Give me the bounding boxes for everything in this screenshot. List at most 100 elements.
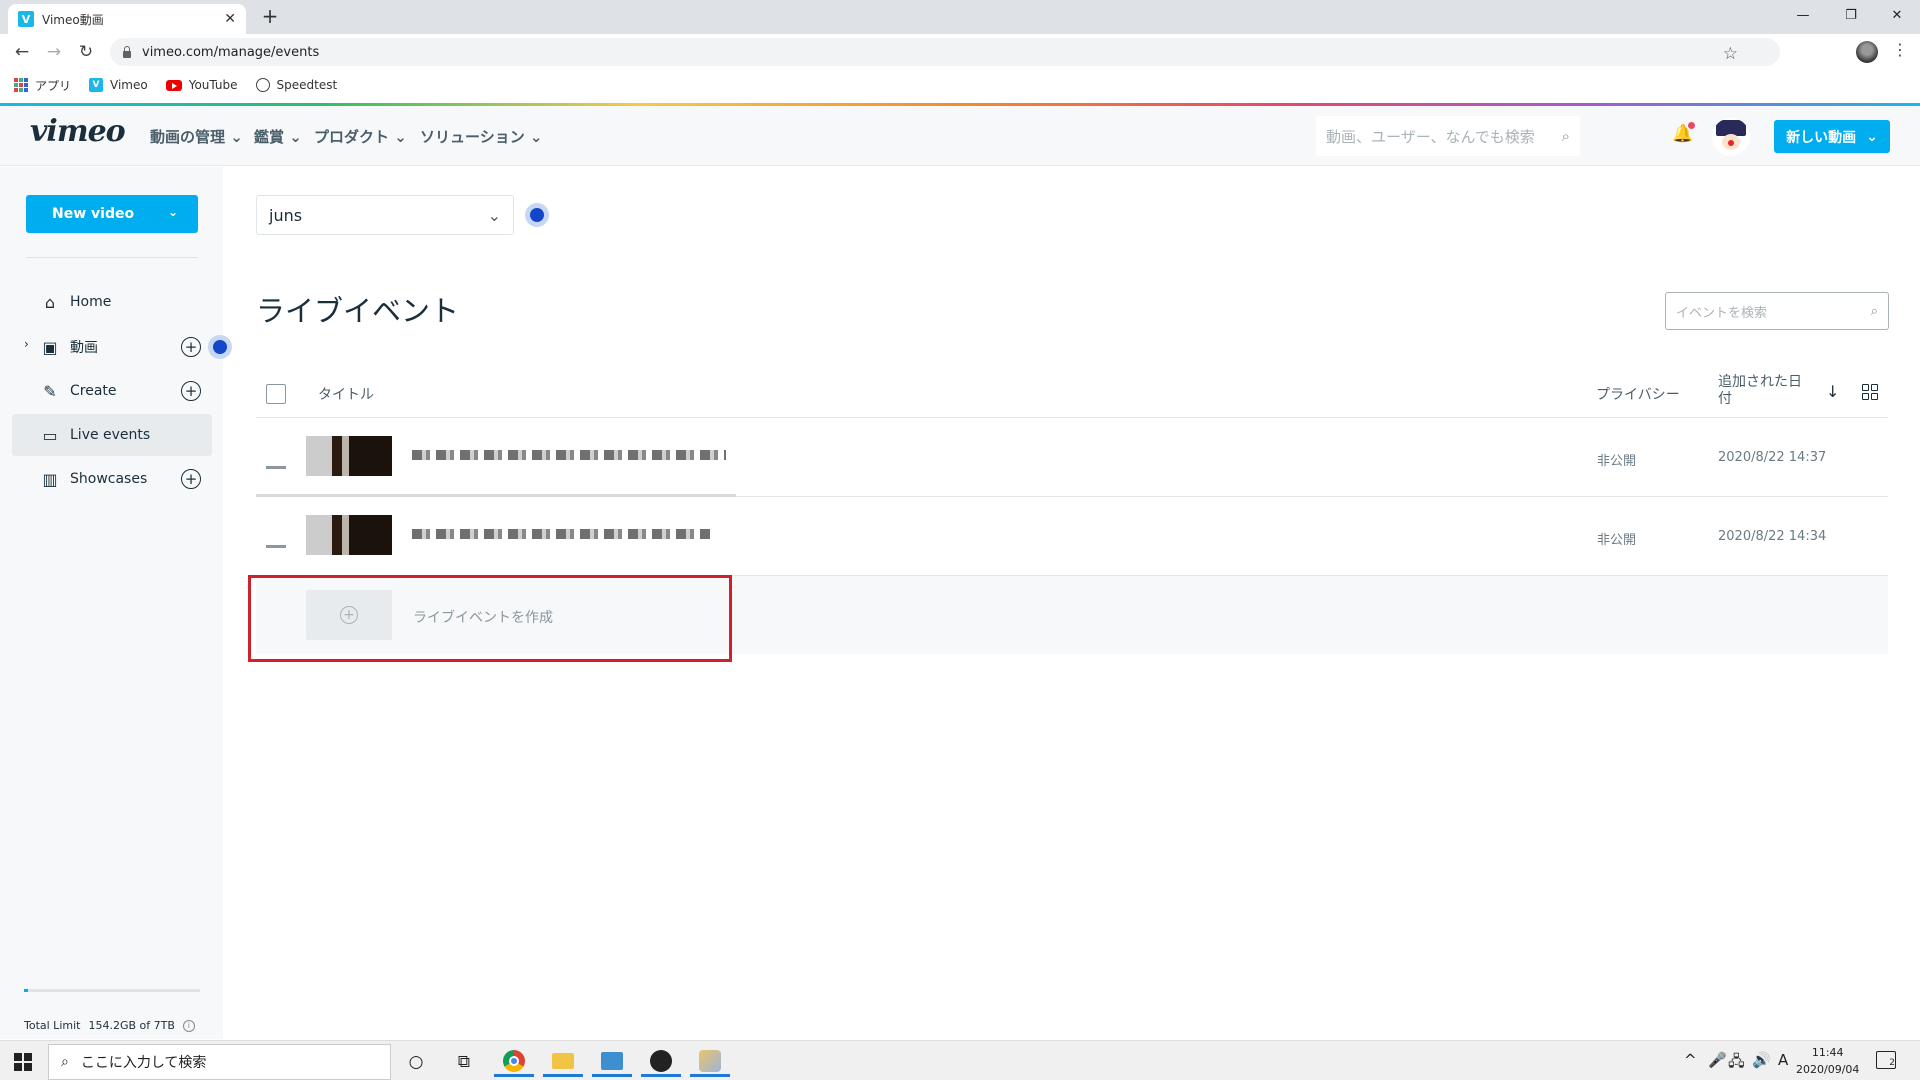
chevron-down-icon[interactable]: ⌄: [168, 205, 178, 219]
event-thumbnail[interactable]: [306, 436, 392, 476]
new-video-button[interactable]: New video ⌄: [26, 195, 198, 233]
file-explorer-icon[interactable]: [543, 1047, 583, 1077]
paint-icon[interactable]: [690, 1047, 730, 1077]
bookmark-label: Vimeo: [110, 78, 148, 92]
event-title-redacted[interactable]: [412, 529, 710, 539]
event-title-redacted[interactable]: [412, 450, 726, 460]
address-bar[interactable]: vimeo.com/manage/events ☆: [110, 38, 1780, 66]
bookmark-label: YouTube: [188, 78, 238, 92]
grid-view-icon[interactable]: [1862, 384, 1878, 400]
cortana-icon[interactable]: ○: [396, 1047, 436, 1077]
nav-watch[interactable]: 鑑賞 ⌄: [254, 126, 302, 147]
hotspot-dot: [208, 335, 232, 359]
restore-icon[interactable]: ❐: [1828, 0, 1874, 30]
search-icon: ⌕: [1561, 127, 1570, 145]
add-create-icon[interactable]: +: [181, 381, 201, 401]
network-icon[interactable]: 🖧: [1728, 1051, 1745, 1076]
browser-profile-avatar[interactable]: [1856, 41, 1878, 63]
hotspot-dot: [525, 203, 549, 227]
remote-desktop-icon[interactable]: [592, 1047, 632, 1077]
forward-icon[interactable]: →: [42, 40, 66, 64]
create-icon: ✎: [43, 381, 57, 401]
sidebar-item-home[interactable]: ⌂ Home: [12, 281, 212, 323]
table-row[interactable]: 非公開 2020/8/22 14:34: [256, 497, 1888, 576]
sort-down-arrow-icon[interactable]: ↓: [1826, 382, 1839, 401]
bookmark-speedtest[interactable]: Speedtest: [255, 78, 338, 92]
obs-icon[interactable]: [641, 1047, 681, 1077]
home-icon: ⌂: [44, 292, 56, 312]
vimeo-favicon-icon: V: [18, 11, 34, 27]
lock-icon: [122, 46, 132, 58]
column-privacy[interactable]: プライバシー: [1596, 384, 1680, 404]
bookmark-star-icon[interactable]: ☆: [1723, 44, 1738, 64]
notification-dot: [1688, 122, 1695, 129]
team-select-value: juns: [269, 205, 303, 225]
browser-tab[interactable]: V Vimeo動画 ✕: [8, 4, 246, 34]
sidebar: New video ⌄ ⌂ Home › ▣ 動画 + ✎ Create + ▭…: [0, 167, 232, 1039]
chrome-icon[interactable]: [494, 1047, 534, 1077]
bookmark-vimeo[interactable]: V Vimeo: [89, 78, 148, 92]
tab-close-icon[interactable]: ✕: [224, 11, 236, 27]
minimize-icon[interactable]: —: [1780, 0, 1826, 30]
chevron-down-icon: ⌄: [1866, 128, 1878, 145]
event-thumbnail[interactable]: [306, 515, 392, 555]
global-search-input[interactable]: 動画、ユーザー、なんでも検索 ⌕: [1316, 116, 1580, 156]
tray-chevron-icon[interactable]: ^: [1684, 1051, 1697, 1069]
nav-solutions[interactable]: ソリューション ⌄: [420, 126, 543, 147]
user-avatar[interactable]: [1712, 118, 1750, 156]
system-clock[interactable]: 11:44 2020/09/04: [1796, 1044, 1859, 1078]
sidebar-divider: [26, 257, 198, 258]
back-icon[interactable]: ←: [10, 40, 34, 64]
windows-start-icon[interactable]: [14, 1053, 32, 1071]
event-search-placeholder: イベントを検索: [1676, 305, 1768, 321]
search-icon: ⌕: [1870, 303, 1878, 319]
row-date: 2020/8/22 14:34: [1718, 529, 1827, 544]
team-select[interactable]: juns ⌄: [256, 195, 514, 235]
row-privacy: 非公開: [1597, 454, 1637, 469]
browser-tab-strip: V Vimeo動画 ✕ + — ❐ ✕: [0, 0, 1920, 34]
window-close-icon[interactable]: ✕: [1874, 0, 1920, 30]
table-header: タイトル プライバシー 追加された日付 ↓: [256, 364, 1888, 418]
nav-products[interactable]: プロダクト ⌄: [314, 126, 407, 147]
drag-handle-icon[interactable]: [266, 545, 286, 548]
speedtest-icon: [255, 78, 270, 92]
volume-icon[interactable]: 🔊: [1752, 1051, 1771, 1069]
microphone-icon[interactable]: 🎤: [1708, 1051, 1727, 1069]
storage-info: Total Limit 154.2GB of 7TB i: [24, 1019, 195, 1032]
bookmark-label: アプリ: [35, 78, 72, 93]
bookmark-apps[interactable]: アプリ: [14, 77, 71, 94]
bookmark-youtube[interactable]: YouTube: [165, 78, 238, 92]
drag-handle-icon[interactable]: [266, 466, 286, 469]
bookmark-label: Speedtest: [276, 78, 338, 92]
tab-title: Vimeo動画: [42, 12, 104, 27]
column-date-added[interactable]: 追加された日付: [1718, 374, 1814, 408]
column-title[interactable]: タイトル: [318, 384, 374, 404]
ime-indicator[interactable]: A: [1778, 1051, 1788, 1069]
add-video-icon[interactable]: +: [181, 337, 201, 357]
storage-label: Total Limit: [24, 1019, 81, 1032]
taskbar-search-input[interactable]: ⌕ ここに入力して検索: [48, 1044, 391, 1080]
browser-menu-icon[interactable]: ⋮: [1892, 40, 1908, 59]
add-showcase-icon[interactable]: +: [181, 469, 201, 489]
info-icon[interactable]: i: [182, 1019, 195, 1032]
reload-icon[interactable]: ↻: [74, 40, 98, 64]
vimeo-logo[interactable]: vimeo: [30, 114, 126, 149]
storage-progress-fill: [24, 989, 28, 992]
camera-icon: ▭: [42, 425, 58, 445]
vimeo-icon: V: [89, 78, 104, 92]
event-search-input[interactable]: イベントを検索 ⌕: [1665, 292, 1889, 330]
select-all-checkbox[interactable]: [266, 384, 286, 404]
notification-center-icon[interactable]: 2: [1876, 1051, 1896, 1069]
browser-toolbar: ← → ↻ vimeo.com/manage/events ☆: [0, 34, 1920, 70]
task-view-icon[interactable]: ⧉: [444, 1047, 484, 1077]
nav-manage-videos[interactable]: 動画の管理 ⌄: [150, 126, 243, 147]
vimeo-topnav: vimeo 動画の管理 ⌄ 鑑賞 ⌄ プロダクト ⌄ ソリューション ⌄ 動画、…: [0, 106, 1920, 166]
page-title: ライブイベント: [256, 294, 460, 328]
youtube-icon: [165, 79, 182, 91]
new-video-header-button[interactable]: 新しい動画 ⌄: [1774, 120, 1890, 153]
sidebar-item-live-events[interactable]: ▭ Live events: [12, 414, 212, 456]
bookmarks-bar: アプリ V Vimeo YouTube Speedtest: [0, 70, 1920, 100]
table-row[interactable]: 非公開 2020/8/22 14:37: [256, 418, 1888, 497]
row-privacy: 非公開: [1597, 533, 1637, 548]
new-tab-button[interactable]: +: [258, 4, 282, 30]
